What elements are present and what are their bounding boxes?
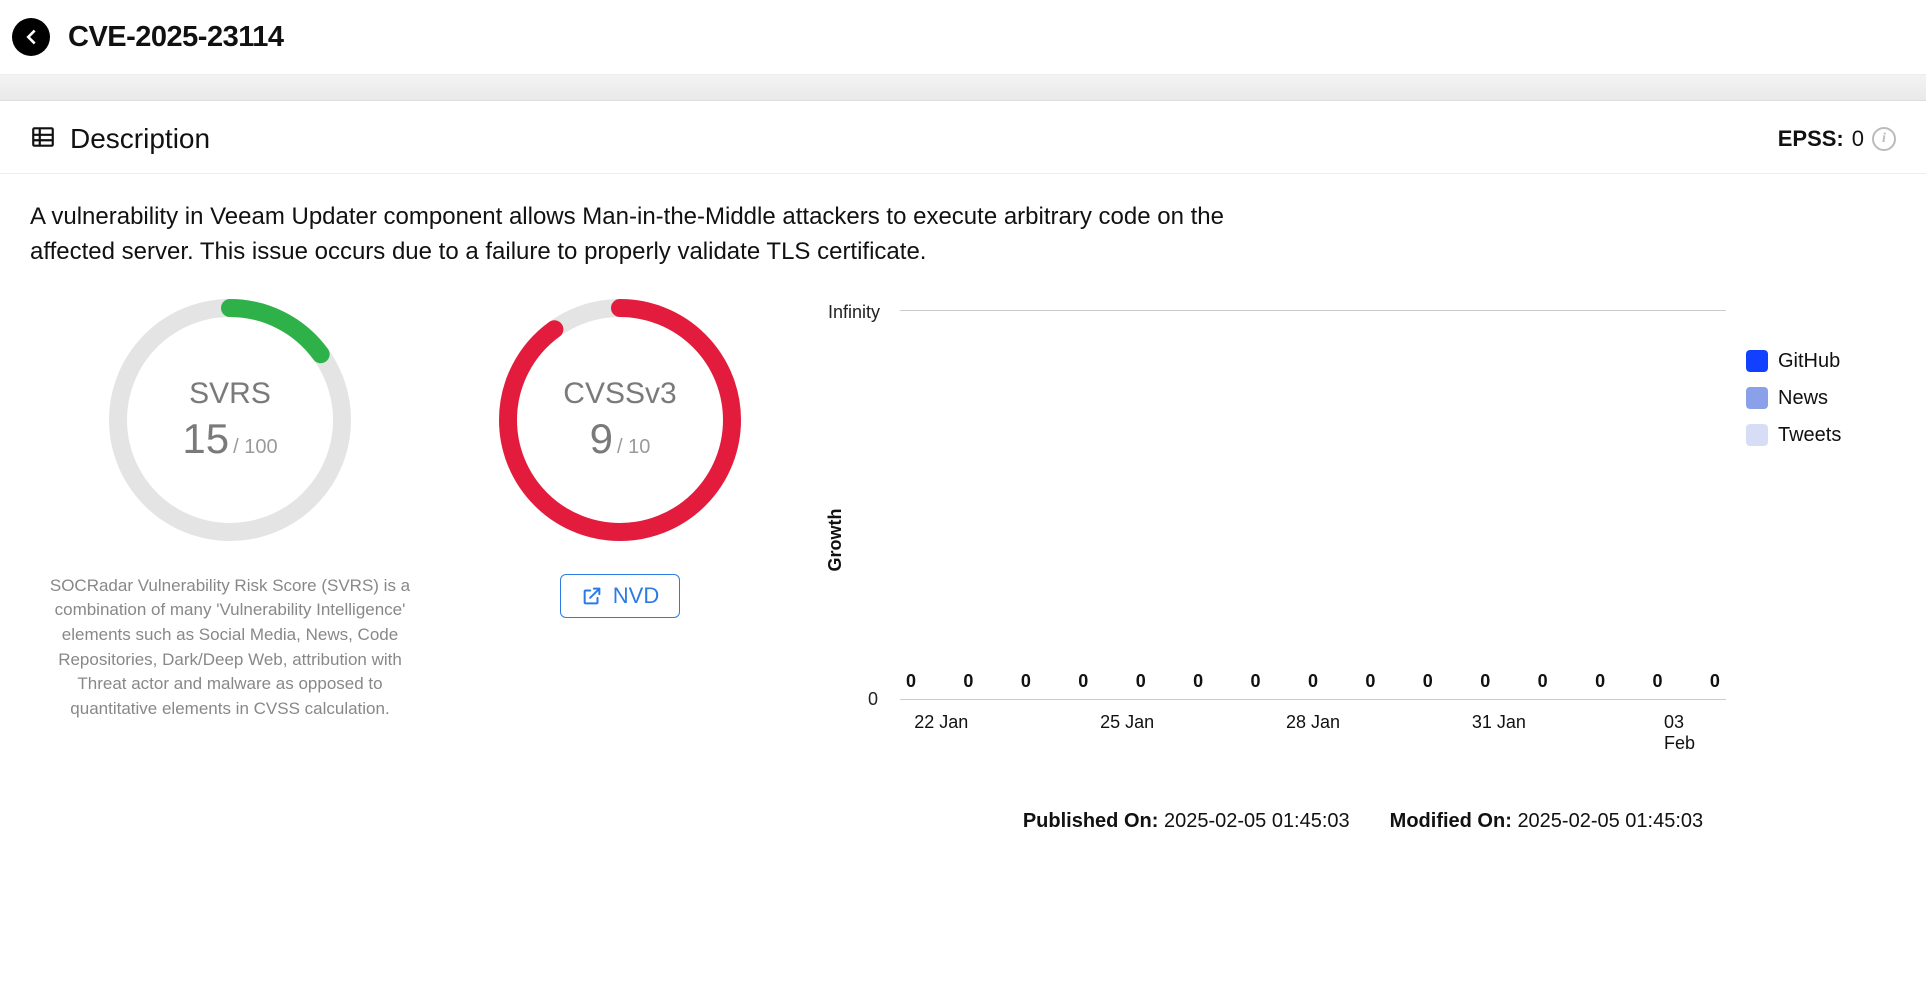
- svrs-gauge-column: SVRS 15 / 100 SOCRadar Vulnerability Ris…: [30, 290, 430, 722]
- svrs-gauge: SVRS 15 / 100: [100, 290, 360, 550]
- growth-chart-panel: Infinity Growth 0 0 0 0 0 0 0 0 0 0 0 0 0 0 0 0 22 Jan…: [810, 290, 1896, 780]
- cvss-gauge-column: CVSSv3 9 / 10 NVD: [440, 290, 800, 618]
- svrs-explanation: SOCRadar Vulnerability Risk Score (SVRS)…: [30, 574, 430, 722]
- legend-swatch: [1746, 350, 1768, 372]
- section-title: Description: [70, 123, 210, 155]
- chart-legend: GitHub News Tweets: [1746, 300, 1896, 780]
- info-icon[interactable]: i: [1872, 127, 1896, 151]
- chart-data-label: 0: [1193, 671, 1203, 692]
- chart-plot-area: [900, 310, 1726, 700]
- legend-item[interactable]: GitHub: [1746, 350, 1896, 373]
- description-text: A vulnerability in Veeam Updater compone…: [0, 174, 1260, 280]
- epss-value: 0: [1852, 126, 1864, 152]
- chart-x-tick: 25 Jan: [1100, 712, 1154, 733]
- chart-data-label: 0: [1021, 671, 1031, 692]
- nvd-link-label: NVD: [613, 583, 659, 609]
- chart-data-labels: 0 0 0 0 0 0 0 0 0 0 0 0 0 0 0: [900, 671, 1726, 692]
- cvss-label: CVSSv3: [563, 377, 676, 411]
- cvss-max: / 10: [617, 436, 650, 459]
- chart-y-title: Growth: [825, 508, 846, 571]
- chart-data-label: 0: [963, 671, 973, 692]
- chart-x-tick: 28 Jan: [1286, 712, 1340, 733]
- list-icon: [30, 124, 56, 155]
- legend-label: GitHub: [1778, 350, 1840, 373]
- nvd-link-button[interactable]: NVD: [560, 574, 680, 618]
- chart-data-label: 0: [1308, 671, 1318, 692]
- header-bar: CVE-2025-23114: [0, 0, 1926, 75]
- chart-data-label: 0: [1365, 671, 1375, 692]
- chart-data-label: 0: [1480, 671, 1490, 692]
- epss-score: EPSS: 0 i: [1778, 126, 1896, 152]
- published-value: 2025-02-05 01:45:03: [1164, 810, 1350, 832]
- chart-data-label: 0: [1652, 671, 1662, 692]
- chart-data-label: 0: [1423, 671, 1433, 692]
- chart-data-label: 0: [906, 671, 916, 692]
- divider-strip: [0, 75, 1926, 101]
- modified-value: 2025-02-05 01:45:03: [1517, 810, 1703, 832]
- chart-data-label: 0: [1078, 671, 1088, 692]
- svrs-label: SVRS: [189, 377, 271, 411]
- page-title: CVE-2025-23114: [68, 21, 284, 54]
- published-label: Published On:: [1023, 810, 1159, 832]
- arrow-left-icon: [20, 26, 42, 48]
- meta-dates: Published On: 2025-02-05 01:45:03 Modifi…: [800, 800, 1926, 853]
- legend-label: News: [1778, 387, 1828, 410]
- chart-data-label: 0: [1710, 671, 1720, 692]
- chart-data-label: 0: [1136, 671, 1146, 692]
- legend-swatch: [1746, 387, 1768, 409]
- legend-swatch: [1746, 424, 1768, 446]
- chart-x-tick: 22 Jan: [914, 712, 968, 733]
- chart-x-ticks: 22 Jan25 Jan28 Jan31 Jan03 Feb: [900, 712, 1726, 742]
- chart-x-tick: 31 Jan: [1472, 712, 1526, 733]
- legend-item[interactable]: Tweets: [1746, 424, 1896, 447]
- cvss-gauge: CVSSv3 9 / 10: [490, 290, 750, 550]
- metrics-panels: SVRS 15 / 100 SOCRadar Vulnerability Ris…: [0, 280, 1926, 800]
- svrs-max: / 100: [233, 436, 277, 459]
- legend-label: Tweets: [1778, 424, 1841, 447]
- legend-item[interactable]: News: [1746, 387, 1896, 410]
- svrs-value: 15: [182, 415, 229, 463]
- back-button[interactable]: [12, 18, 50, 56]
- chart-y-bottom: 0: [868, 689, 878, 710]
- epss-label: EPSS:: [1778, 126, 1844, 152]
- growth-chart: Infinity Growth 0 0 0 0 0 0 0 0 0 0 0 0 0 0 0 0 22 Jan…: [810, 300, 1726, 780]
- modified-label: Modified On:: [1390, 810, 1512, 832]
- chart-data-label: 0: [1251, 671, 1261, 692]
- external-link-icon: [581, 585, 603, 607]
- chart-x-tick: 03 Feb: [1664, 712, 1705, 754]
- chart-y-top: Infinity: [828, 302, 880, 323]
- section-header: Description EPSS: 0 i: [0, 101, 1926, 174]
- chart-data-label: 0: [1538, 671, 1548, 692]
- chart-data-label: 0: [1595, 671, 1605, 692]
- cvss-value: 9: [590, 415, 613, 463]
